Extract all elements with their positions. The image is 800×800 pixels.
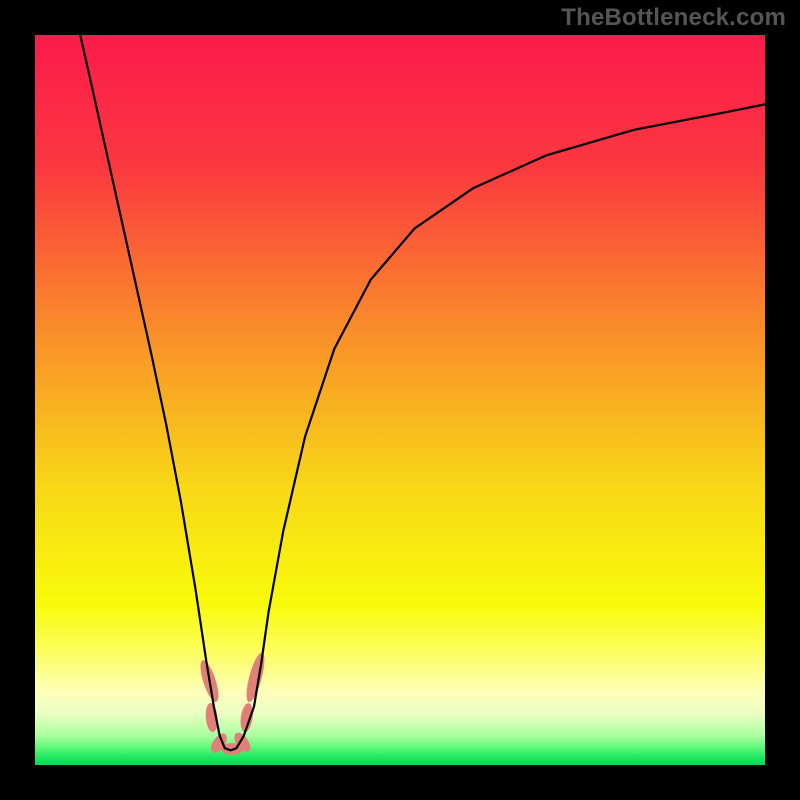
plot-background [35, 35, 765, 765]
bottleneck-chart [0, 0, 800, 800]
watermark-text: TheBottleneck.com [561, 4, 786, 32]
chart-frame: { "watermark": "TheBottleneck.com", "cha… [0, 0, 800, 800]
